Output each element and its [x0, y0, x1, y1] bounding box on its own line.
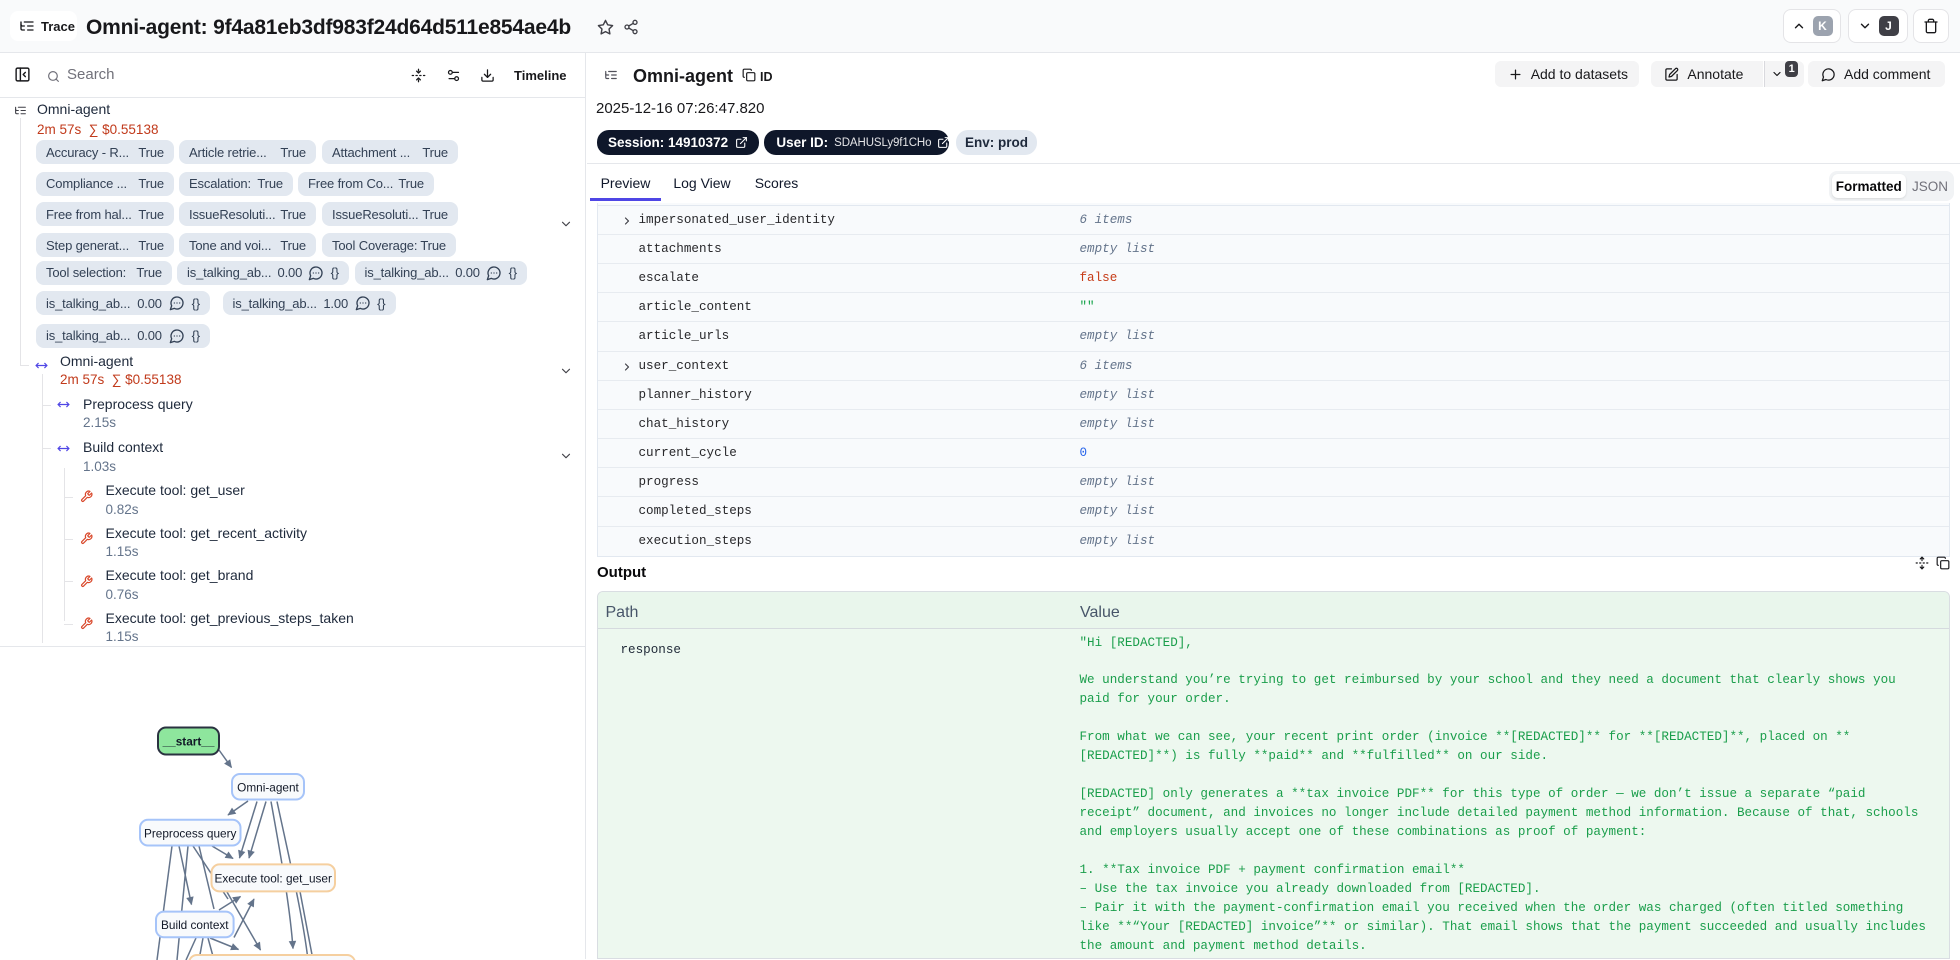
svg-text:Omni-agent: Omni-agent — [237, 781, 299, 795]
svg-text:Execute tool: get_user: Execute tool: get_user — [215, 872, 332, 886]
svg-text:Preprocess query: Preprocess query — [144, 826, 237, 840]
svg-text:__start__: __start__ — [162, 735, 215, 749]
svg-text:Build context: Build context — [161, 918, 229, 932]
